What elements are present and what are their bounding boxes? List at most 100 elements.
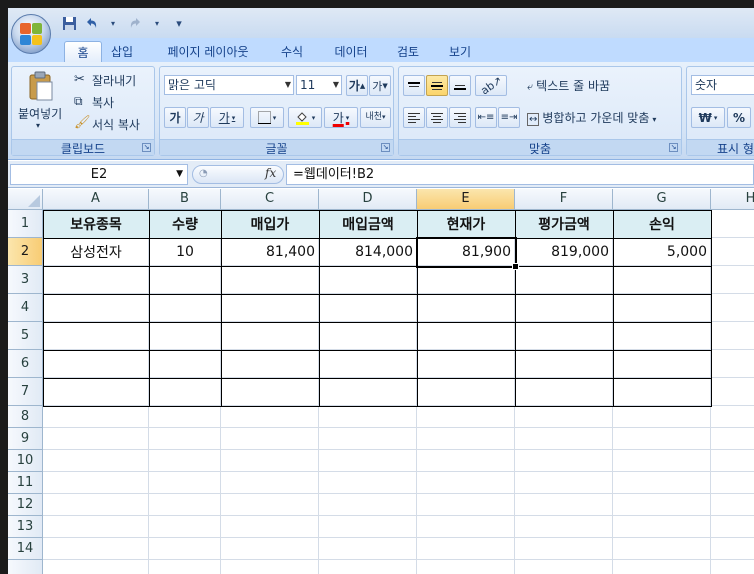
save-icon[interactable]	[60, 14, 78, 32]
align-center-button[interactable]	[426, 107, 448, 128]
office-button[interactable]	[11, 14, 51, 54]
grow-font-button[interactable]: 가 ▲	[346, 75, 368, 96]
number-format-combo[interactable]: 숫자	[691, 75, 754, 95]
decrease-indent-button[interactable]: ⇤≡	[475, 107, 497, 128]
formula-input[interactable]: =웹데이터!B2	[286, 164, 754, 185]
row-header-1[interactable]: 1	[8, 210, 43, 238]
table-header-cell[interactable]: 매입가	[221, 210, 319, 238]
row-header-4[interactable]: 4	[8, 294, 43, 322]
formula-controls: ◔ fx	[192, 165, 284, 184]
table-header-cell[interactable]: 보유종목	[43, 210, 149, 238]
tab-formulas[interactable]: 수식	[272, 41, 312, 62]
column-header-g[interactable]: G	[613, 189, 711, 210]
table-header-cell[interactable]: 현재가	[417, 210, 515, 238]
name-box[interactable]: E2 ▼	[10, 164, 188, 185]
row-header-11[interactable]: 11	[8, 472, 43, 494]
format-painter-button[interactable]: 🖌 서식 복사	[74, 115, 154, 133]
column-header-h[interactable]: H	[711, 189, 754, 210]
underline-button[interactable]: 가 ▾	[210, 107, 244, 128]
align-left-button[interactable]	[403, 107, 425, 128]
cut-button[interactable]: ✂ 잘라내기	[74, 71, 154, 89]
copy-button[interactable]: ⧉ 복사	[74, 93, 154, 111]
row-header-13[interactable]: 13	[8, 516, 43, 538]
column-header-a[interactable]: A	[43, 189, 149, 210]
table-header-cell[interactable]: 손익	[613, 210, 711, 238]
align-bottom-button[interactable]	[449, 75, 471, 96]
tab-insert[interactable]: 삽입	[104, 41, 140, 62]
font-group: 맑은 고딕 ▼ 11 ▼ 가 ▲ 가 ▼ 가 가 가 ▾ ▾ ▾ 가 ▾ 내천 ▾ 글꼴 …	[159, 66, 394, 156]
row-header-8[interactable]: 8	[8, 406, 43, 428]
redo-menu-icon[interactable]: ▾	[148, 14, 166, 32]
tab-page-layout[interactable]: 페이지 레이아웃	[156, 41, 260, 62]
table-cell[interactable]: 10	[149, 238, 221, 266]
row-header-3[interactable]: 3	[8, 266, 43, 294]
row-header-14[interactable]: 14	[8, 538, 43, 560]
align-top-button[interactable]	[403, 75, 425, 96]
percent-button[interactable]: %	[727, 107, 751, 128]
row-header-9[interactable]: 9	[8, 428, 43, 450]
font-size-combo[interactable]: 11 ▼	[296, 75, 342, 95]
shrink-font-button[interactable]: 가 ▼	[369, 75, 391, 96]
row-header-7[interactable]: 7	[8, 378, 43, 406]
orientation-button[interactable]: ab↗	[475, 74, 507, 97]
currency-button[interactable]: ₩ ▾	[691, 107, 725, 128]
row-header-12[interactable]: 12	[8, 494, 43, 516]
customize-toolbar-icon[interactable]: ▾	[170, 14, 188, 32]
tab-data[interactable]: 데이터	[326, 41, 376, 62]
column-header-e[interactable]: E	[417, 189, 515, 210]
undo-menu-icon[interactable]: ▾	[104, 14, 122, 32]
font-size-value: 11	[300, 78, 316, 92]
row-header-10[interactable]: 10	[8, 450, 43, 472]
font-launcher-icon[interactable]: ↘	[381, 143, 390, 152]
paste-button[interactable]: 붙여넣기 ▾	[18, 69, 64, 139]
table-header-cell[interactable]: 수량	[149, 210, 221, 238]
phonetic-button[interactable]: 내천 ▾	[360, 107, 391, 128]
fill-color-button[interactable]: ▾	[288, 107, 322, 128]
column-header-c[interactable]: C	[221, 189, 319, 210]
table-cell[interactable]: 삼성전자	[43, 238, 149, 266]
paste-label: 붙여넣기	[18, 107, 63, 121]
italic-button[interactable]: 가	[187, 107, 209, 128]
insert-function-icon[interactable]: fx	[265, 166, 276, 180]
redo-icon[interactable]	[126, 14, 144, 32]
align-right-button[interactable]	[449, 107, 471, 128]
font-name-combo[interactable]: 맑은 고딕 ▼	[164, 75, 294, 95]
alignment-launcher-icon[interactable]: ↘	[669, 143, 678, 152]
row-header-2[interactable]: 2	[8, 238, 43, 266]
borders-button[interactable]: ▾	[250, 107, 284, 128]
undo-icon[interactable]	[82, 14, 100, 32]
row-header-5[interactable]: 5	[8, 322, 43, 350]
merge-center-button[interactable]: ↔ 병합하고 가운데 맞춤 ▾	[527, 109, 656, 126]
row-header-6[interactable]: 6	[8, 350, 43, 378]
clipboard-group: 붙여넣기 ▾ ✂ 잘라내기 ⧉ 복사 🖌 서식 복사 클립보드 ↘	[11, 66, 155, 156]
wrap-text-button[interactable]: ⤶ 텍스트 줄 바꿈	[527, 77, 610, 94]
table-cell[interactable]: 5,000	[613, 238, 711, 266]
align-middle-button[interactable]	[426, 75, 448, 96]
tab-view[interactable]: 보기	[440, 41, 480, 62]
tab-review[interactable]: 검토	[388, 41, 428, 62]
font-name-dropdown-icon: ▼	[284, 80, 291, 89]
select-all-button[interactable]	[8, 189, 43, 210]
column-header-f[interactable]: F	[515, 189, 613, 210]
column-header-d[interactable]: D	[319, 189, 417, 210]
table-cell[interactable]: 81,400	[221, 238, 319, 266]
merge-center-label: 병합하고 가운데 맞춤	[542, 111, 650, 125]
active-cell-selection[interactable]	[416, 237, 519, 270]
table-header-cell[interactable]: 평가금액	[515, 210, 613, 238]
align-center-icon	[431, 112, 443, 123]
ribbon-tabs: 홈 삽입 페이지 레이아웃 수식 데이터 검토 보기	[8, 38, 754, 62]
wrap-text-label: 텍스트 줄 바꿈	[536, 79, 611, 93]
name-box-dropdown-icon: ▼	[176, 169, 183, 179]
bold-button[interactable]: 가	[164, 107, 186, 128]
table-cell[interactable]: 819,000	[515, 238, 613, 266]
column-header-b[interactable]: B	[149, 189, 221, 210]
font-color-button[interactable]: 가 ▾	[324, 107, 358, 128]
alignment-group-label: 맞춤	[399, 139, 681, 156]
tab-home[interactable]: 홈	[64, 41, 102, 62]
increase-indent-button[interactable]: ≡⇥	[498, 107, 520, 128]
table-cell[interactable]: 814,000	[319, 238, 417, 266]
clipboard-launcher-icon[interactable]: ↘	[142, 143, 151, 152]
ribbon: 붙여넣기 ▾ ✂ 잘라내기 ⧉ 복사 🖌 서식 복사 클립보드 ↘ 맑은 고딕 …	[8, 62, 754, 160]
worksheet: A B C D E F G H 1 2 3 4 5 6 7 8 9 10 11 …	[8, 189, 754, 574]
table-header-cell[interactable]: 매입금액	[319, 210, 417, 238]
